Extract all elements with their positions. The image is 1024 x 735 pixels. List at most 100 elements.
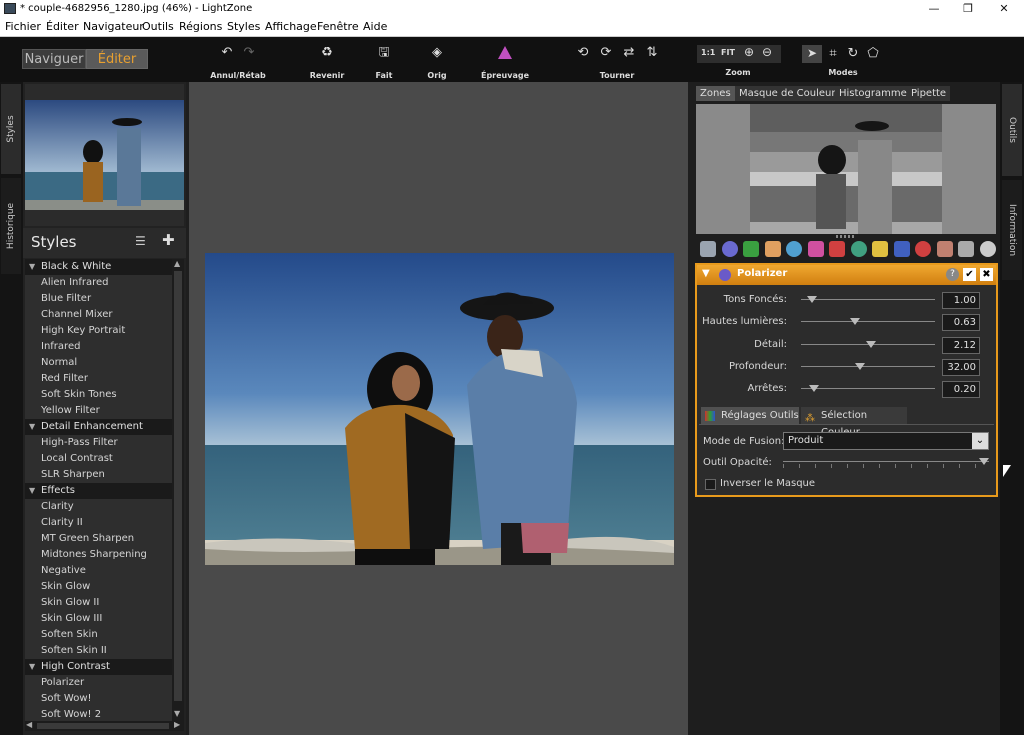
- style-item[interactable]: Channel Mixer: [25, 307, 172, 323]
- rotate-right-icon[interactable]: ⟳: [598, 45, 614, 61]
- slider-track[interactable]: [801, 388, 935, 390]
- expand-icon[interactable]: ▼: [29, 259, 35, 275]
- tool-icon-8[interactable]: [850, 241, 867, 257]
- style-item[interactable]: Skin Glow: [25, 579, 172, 595]
- expand-icon[interactable]: ▼: [29, 483, 35, 499]
- list-view-icon[interactable]: ☰: [135, 234, 146, 248]
- help-icon[interactable]: ?: [946, 268, 959, 281]
- style-item[interactable]: Yellow Filter: [25, 403, 172, 419]
- tool-icon-6[interactable]: [807, 241, 824, 257]
- style-item[interactable]: Soft Wow! 2: [25, 707, 172, 721]
- history-tab[interactable]: Historique: [1, 178, 21, 274]
- menu-affichage[interactable]: Affichage: [265, 20, 317, 33]
- style-item[interactable]: Polarizer: [25, 675, 172, 691]
- information-tab[interactable]: Information: [1002, 180, 1022, 280]
- tab-pipette[interactable]: Pipette: [907, 86, 951, 101]
- style-item[interactable]: Negative: [25, 563, 172, 579]
- style-item[interactable]: Clarity: [25, 499, 172, 515]
- menu-regions[interactable]: Régions: [179, 20, 222, 33]
- flip-horizontal-icon[interactable]: ⇄: [621, 45, 637, 61]
- slider-thumb[interactable]: [854, 362, 865, 370]
- style-item[interactable]: High-Pass Filter: [25, 435, 172, 451]
- polarizer-header[interactable]: ▼ Polarizer ? ✔ ✖: [697, 265, 996, 285]
- style-group-header[interactable]: ▼ Effects: [25, 483, 172, 499]
- crop-icon[interactable]: ⌗: [824, 46, 842, 62]
- style-item[interactable]: Soft Wow!: [25, 691, 172, 707]
- menu-fichier[interactable]: Fichier: [5, 20, 41, 33]
- tool-icon-4[interactable]: [764, 241, 781, 257]
- tool-icon-11[interactable]: [915, 241, 931, 257]
- arrow-mode-icon[interactable]: ➤: [802, 45, 822, 63]
- slider-thumb[interactable]: [865, 340, 876, 348]
- slider-value-field[interactable]: 2.12: [942, 336, 980, 354]
- navigate-mode-button[interactable]: Naviguer: [22, 49, 86, 69]
- splitter-handle[interactable]: [836, 235, 856, 238]
- scroll-left-icon[interactable]: ◀: [26, 720, 32, 729]
- undo-icon[interactable]: ↶: [218, 45, 236, 61]
- slider-thumb[interactable]: [806, 296, 817, 303]
- slider-track[interactable]: [801, 365, 935, 367]
- menu-editer[interactable]: Éditer: [46, 20, 79, 33]
- menu-outils[interactable]: Outils: [142, 20, 174, 33]
- styles-list[interactable]: ▼ Black & White Alien Infrared Blue Filter C…: [25, 259, 172, 721]
- slider-value-field[interactable]: 32.00: [942, 358, 980, 376]
- slider-thumb[interactable]: [849, 318, 860, 326]
- save-icon[interactable]: 🖫: [375, 45, 393, 61]
- tool-icon-1[interactable]: [700, 241, 716, 257]
- proof-icon[interactable]: [498, 46, 512, 59]
- zoom-1to1-button[interactable]: 1:1: [701, 48, 715, 57]
- slider-track[interactable]: [801, 299, 935, 300]
- tool-icon-12[interactable]: [936, 241, 953, 257]
- tool-icon-3[interactable]: [743, 241, 759, 257]
- edited-photo[interactable]: [205, 253, 674, 565]
- zoom-fit-button[interactable]: FIT: [721, 48, 735, 57]
- style-item[interactable]: Clarity II: [25, 515, 172, 531]
- tool-icon-14[interactable]: [979, 241, 996, 257]
- invert-mask-checkbox[interactable]: [705, 479, 716, 490]
- style-item[interactable]: Blue Filter: [25, 291, 172, 307]
- minimize-button[interactable]: —: [916, 0, 952, 17]
- slider-track[interactable]: [801, 321, 935, 323]
- scroll-thumb[interactable]: [174, 271, 182, 701]
- image-canvas[interactable]: [189, 82, 688, 735]
- style-group-header[interactable]: ▼ Black & White: [25, 259, 172, 275]
- style-item[interactable]: Soften Skin II: [25, 643, 172, 659]
- chevron-down-icon[interactable]: ⌄: [972, 433, 988, 449]
- maximize-button[interactable]: ❐: [950, 0, 986, 17]
- tool-icon-5[interactable]: [786, 241, 802, 257]
- tools-tab[interactable]: Outils: [1002, 84, 1022, 176]
- menu-fenetre[interactable]: Fenêtre: [317, 20, 359, 33]
- tab-tool-settings[interactable]: Réglages Outils: [701, 407, 799, 424]
- remove-tool-button[interactable]: ✖: [980, 268, 993, 281]
- menu-navigateur[interactable]: Navigateur: [83, 20, 144, 33]
- scroll-right-icon[interactable]: ▶: [174, 720, 180, 729]
- tab-zones[interactable]: Zones: [696, 86, 735, 101]
- revert-icon[interactable]: ♻: [318, 45, 336, 61]
- redo-icon[interactable]: ↷: [240, 45, 258, 61]
- style-item[interactable]: Red Filter: [25, 371, 172, 387]
- style-group-header[interactable]: ▼ High Contrast: [25, 659, 172, 675]
- edit-mode-button[interactable]: Éditer: [86, 49, 148, 69]
- add-style-icon[interactable]: ✚: [162, 231, 175, 249]
- slider-value-field[interactable]: 0.63: [942, 314, 980, 332]
- style-item[interactable]: Normal: [25, 355, 172, 371]
- flip-vertical-icon[interactable]: ⇅: [644, 45, 660, 61]
- hscroll-thumb[interactable]: [37, 723, 169, 729]
- opacity-track[interactable]: [783, 461, 989, 462]
- scroll-down-icon[interactable]: ▼: [174, 709, 180, 718]
- tab-histogram[interactable]: Histogramme: [835, 86, 911, 101]
- style-item[interactable]: Alien Infrared: [25, 275, 172, 291]
- menu-styles[interactable]: Styles: [227, 20, 260, 33]
- style-item[interactable]: Midtones Sharpening: [25, 547, 172, 563]
- style-item[interactable]: High Key Portrait: [25, 323, 172, 339]
- layers-icon[interactable]: ◈: [428, 45, 446, 61]
- tab-color-selection[interactable]: ⁂ Sélection Couleur: [801, 407, 907, 438]
- expand-icon[interactable]: ▼: [29, 419, 35, 435]
- slider-value-field[interactable]: 0.20: [942, 381, 980, 399]
- slider-thumb[interactable]: [809, 385, 820, 393]
- style-item[interactable]: Soft Skin Tones: [25, 387, 172, 403]
- style-item[interactable]: MT Green Sharpen: [25, 531, 172, 547]
- tool-icon-7[interactable]: [829, 241, 845, 257]
- region-icon[interactable]: ⬠: [864, 46, 882, 62]
- slider-value-field[interactable]: 1.00: [942, 292, 980, 309]
